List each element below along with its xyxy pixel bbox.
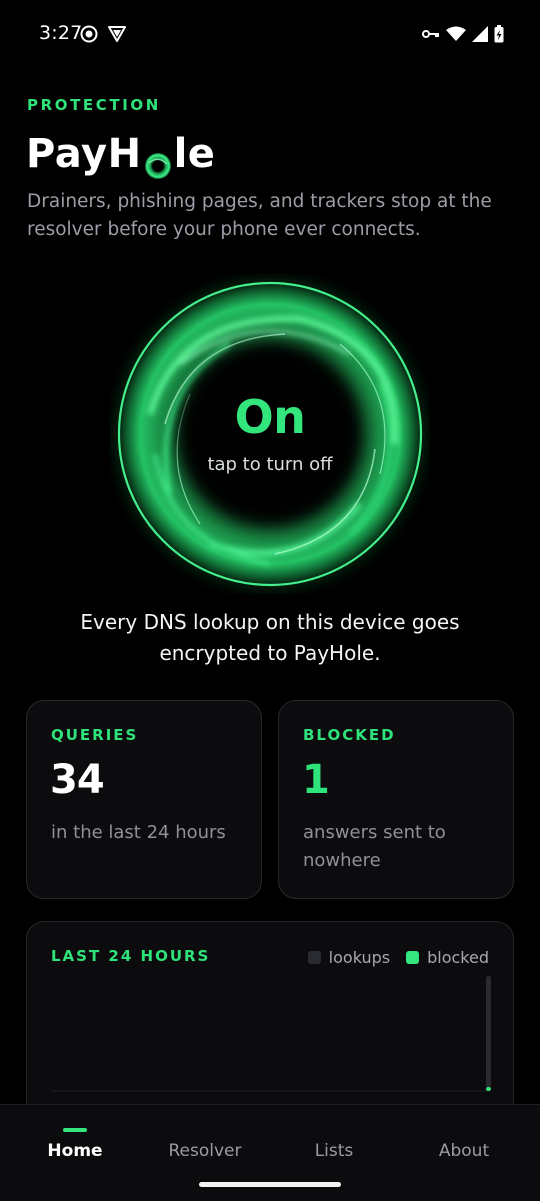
queries-label: QUERIES [51,726,139,744]
app-title-suffix: le [173,131,216,177]
nav-lists[interactable]: Lists [274,1141,394,1161]
page-subtitle: Drainers, phishing pages, and trackers s… [27,191,492,240]
section-eyebrow: PROTECTION [27,96,161,114]
protection-hint: tap to turn off [207,454,333,475]
home-gesture-bar[interactable] [199,1182,341,1187]
blocked-card: BLOCKED 1 answers sent to nowhere [278,700,514,899]
queries-card: QUERIES 34 in the last 24 hours [26,700,262,899]
protection-state: On [234,390,306,444]
nav-home[interactable]: Home [15,1141,135,1161]
record-icon [80,25,98,43]
battery-charging-icon [494,25,504,43]
wifi-icon [446,26,466,42]
protection-toggle[interactable]: On tap to turn off [110,274,430,594]
app-title-prefix: PayH [26,131,142,177]
vpn-key-icon [422,28,440,40]
lookups-bar [486,976,491,1091]
queries-value: 34 [50,757,105,803]
status-time: 3:27 [39,22,83,44]
nav-active-indicator [63,1128,87,1132]
blocked-value: 1 [302,757,330,803]
blocked-bar [486,1087,491,1091]
encryption-note: Every DNS lookup on this device goes enc… [80,610,460,665]
queries-desc: in the last 24 hours [51,822,226,843]
status-right-icons [422,25,504,43]
signal-icon [472,26,488,42]
app-title: PayH le [26,126,215,182]
ring-logo-icon [143,140,173,179]
status-left-icons [80,25,127,43]
nav-resolver[interactable]: Resolver [145,1141,265,1161]
blocked-desc: answers sent to nowhere [303,822,446,871]
status-bar: 3:27 [0,0,540,68]
vpn-shield-icon [107,25,127,43]
blocked-label: BLOCKED [303,726,396,744]
nav-about[interactable]: About [404,1141,524,1161]
